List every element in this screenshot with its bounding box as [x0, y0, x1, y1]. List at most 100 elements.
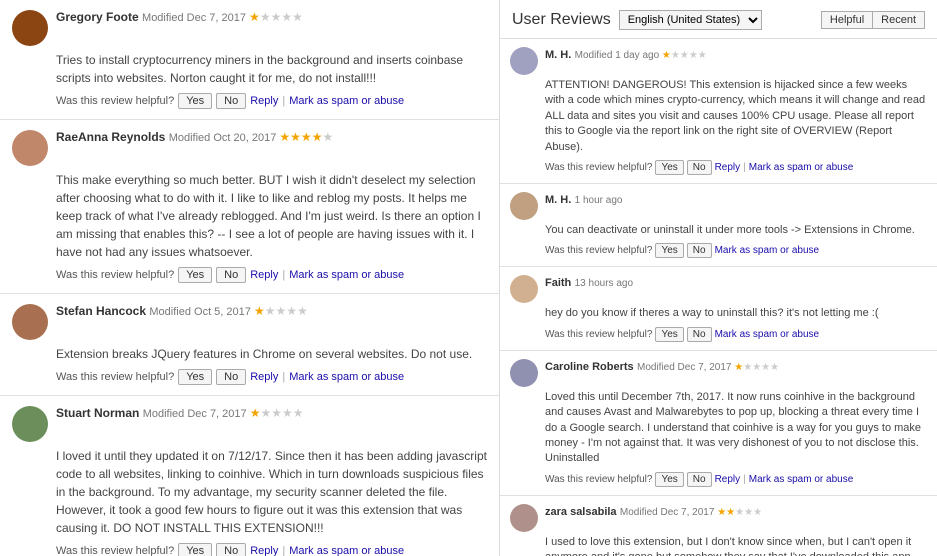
review-header: Gregory Foote Modified Dec 7, 2017 ★★★★★ — [12, 10, 487, 46]
reviewer-name: Caroline Roberts — [545, 361, 634, 373]
yes-button[interactable]: Yes — [655, 472, 683, 487]
no-button[interactable]: No — [687, 472, 712, 487]
right-review-item-zara-salsabila: zara salsabila Modified Dec 7, 2017 ★★★★… — [500, 496, 937, 556]
separator: | — [743, 474, 746, 485]
yes-button[interactable]: Yes — [178, 369, 212, 385]
spam-link[interactable]: Mark as spam or abuse — [749, 474, 854, 485]
right-reviewer-info: M. H. 1 hour ago — [545, 192, 927, 206]
spam-link[interactable]: Mark as spam or abuse — [289, 545, 404, 556]
reviewer-meta: Modified 1 day ago — [575, 50, 662, 61]
separator: | — [282, 95, 285, 107]
reviewer-info: Stefan Hancock Modified Oct 5, 2017 ★★★★… — [56, 304, 487, 318]
avatar — [12, 130, 48, 166]
no-button[interactable]: No — [216, 369, 246, 385]
helpful-label: Was this review helpful? — [545, 474, 652, 485]
avatar — [510, 504, 538, 532]
right-reviewer-info: zara salsabila Modified Dec 7, 2017 ★★★★… — [545, 504, 927, 518]
right-review-header: Caroline Roberts Modified Dec 7, 2017 ★★… — [510, 359, 927, 387]
reviewer-meta: Modified Dec 7, 2017 — [142, 12, 249, 24]
avatar — [12, 406, 48, 442]
avatar — [510, 192, 538, 220]
review-header: RaeAnna Reynolds Modified Oct 20, 2017 ★… — [12, 130, 487, 166]
right-review-text: ATTENTION! DANGEROUS! This extension is … — [545, 78, 927, 155]
avatar — [12, 10, 48, 46]
spam-link[interactable]: Mark as spam or abuse — [749, 162, 854, 173]
review-text: I loved it until they updated it on 7/12… — [56, 447, 487, 537]
reviewer-name: RaeAnna Reynolds — [56, 130, 165, 144]
reviewer-name: Gregory Foote — [56, 10, 139, 24]
reply-link[interactable]: Reply — [250, 371, 278, 383]
avatar — [12, 304, 48, 340]
right-reviewer-info: Caroline Roberts Modified Dec 7, 2017 ★★… — [545, 359, 927, 373]
reply-link[interactable]: Reply — [250, 95, 278, 107]
right-reply-link[interactable]: Reply — [715, 474, 741, 485]
yes-button[interactable]: Yes — [655, 327, 683, 342]
right-review-text: I used to love this extension, but I don… — [545, 535, 927, 556]
reply-link[interactable]: Reply — [250, 269, 278, 281]
reviewer-meta: 13 hours ago — [575, 278, 633, 289]
review-header: Stuart Norman Modified Dec 7, 2017 ★★★★★ — [12, 406, 487, 442]
right-reviews-list: M. H. Modified 1 day ago ★★★★★ ATTENTION… — [500, 39, 937, 556]
star-rating: ★★★★★ — [249, 10, 303, 24]
yes-button[interactable]: Yes — [655, 243, 683, 258]
reviewer-meta: Modified Dec 7, 2017 — [620, 507, 717, 518]
avatar — [510, 359, 538, 387]
no-button[interactable]: No — [687, 160, 712, 175]
reviewer-meta: Modified Oct 20, 2017 — [169, 132, 280, 144]
review-text: This make everything so much better. BUT… — [56, 171, 487, 261]
right-review-header: Faith 13 hours ago — [510, 275, 927, 303]
left-review-item-raeanna-reynolds: RaeAnna Reynolds Modified Oct 20, 2017 ★… — [0, 120, 499, 294]
spam-link[interactable]: Mark as spam or abuse — [289, 269, 404, 281]
left-review-item-stuart-norman: Stuart Norman Modified Dec 7, 2017 ★★★★★… — [0, 396, 499, 556]
no-button[interactable]: No — [687, 327, 712, 342]
star-rating: ★★★★★ — [279, 130, 333, 144]
user-reviews-title: User Reviews — [512, 11, 611, 29]
right-review-text: Loved this until December 7th, 2017. It … — [545, 390, 927, 467]
review-text: Extension breaks JQuery features in Chro… — [56, 345, 487, 363]
helpful-sort-button[interactable]: Helpful — [821, 11, 872, 29]
right-review-actions: Was this review helpful? Yes No Mark as … — [545, 243, 927, 258]
reply-link[interactable]: Reply — [250, 545, 278, 556]
separator: | — [282, 545, 285, 556]
review-actions: Was this review helpful? Yes No Reply | … — [56, 369, 487, 385]
language-select[interactable]: English (United States) — [619, 10, 762, 30]
review-header: Stefan Hancock Modified Oct 5, 2017 ★★★★… — [12, 304, 487, 340]
recent-sort-button[interactable]: Recent — [872, 11, 925, 29]
right-review-header: zara salsabila Modified Dec 7, 2017 ★★★★… — [510, 504, 927, 532]
spam-link[interactable]: Mark as spam or abuse — [715, 245, 820, 256]
right-reviewer-info: Faith 13 hours ago — [545, 275, 927, 289]
yes-button[interactable]: Yes — [178, 267, 212, 283]
right-review-item-caroline-roberts: Caroline Roberts Modified Dec 7, 2017 ★★… — [500, 351, 937, 496]
no-button[interactable]: No — [216, 93, 246, 109]
helpful-label: Was this review helpful? — [56, 545, 174, 556]
reviewer-meta: 1 hour ago — [575, 195, 623, 206]
yes-button[interactable]: Yes — [655, 160, 683, 175]
review-actions: Was this review helpful? Yes No Reply | … — [56, 267, 487, 283]
spam-link[interactable]: Mark as spam or abuse — [289, 95, 404, 107]
right-review-item-faith: Faith 13 hours ago hey do you know if th… — [500, 267, 937, 350]
star-rating: ★★★★★ — [734, 362, 779, 373]
left-reviews-panel: Gregory Foote Modified Dec 7, 2017 ★★★★★… — [0, 0, 500, 556]
spam-link[interactable]: Mark as spam or abuse — [289, 371, 404, 383]
right-reply-link[interactable]: Reply — [715, 162, 741, 173]
sort-buttons: Helpful Recent — [821, 11, 925, 29]
right-review-item-m-h-2: M. H. 1 hour ago You can deactivate or u… — [500, 184, 937, 267]
left-review-item-gregory-foote: Gregory Foote Modified Dec 7, 2017 ★★★★★… — [0, 0, 499, 120]
star-rating: ★★★★★ — [254, 304, 308, 318]
no-button[interactable]: No — [216, 543, 246, 556]
helpful-label: Was this review helpful? — [545, 245, 652, 256]
no-button[interactable]: No — [216, 267, 246, 283]
separator: | — [282, 269, 285, 281]
right-reviews-panel: User Reviews English (United States) Hel… — [500, 0, 937, 556]
avatar — [510, 275, 538, 303]
spam-link[interactable]: Mark as spam or abuse — [715, 329, 820, 340]
yes-button[interactable]: Yes — [178, 93, 212, 109]
no-button[interactable]: No — [687, 243, 712, 258]
yes-button[interactable]: Yes — [178, 543, 212, 556]
right-review-header: M. H. 1 hour ago — [510, 192, 927, 220]
right-review-header: M. H. Modified 1 day ago ★★★★★ — [510, 47, 927, 75]
star-rating: ★★★★★ — [717, 507, 762, 518]
reviewer-name: Faith — [545, 277, 571, 289]
helpful-label: Was this review helpful? — [545, 162, 652, 173]
reviewer-info: RaeAnna Reynolds Modified Oct 20, 2017 ★… — [56, 130, 487, 144]
